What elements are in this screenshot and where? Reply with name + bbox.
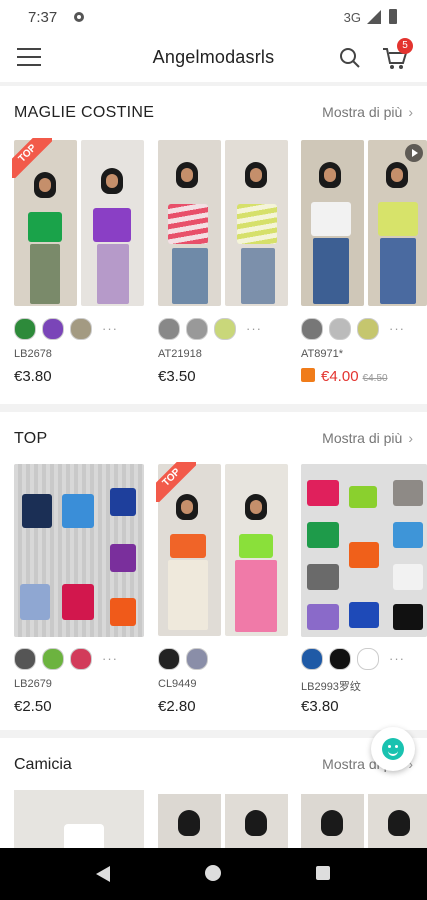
search-icon[interactable] — [338, 46, 362, 70]
color-swatch[interactable] — [14, 648, 36, 670]
product-price: €2.80 — [158, 698, 196, 715]
home-icon[interactable] — [205, 865, 221, 881]
product-image[interactable] — [158, 140, 288, 306]
sale-price: €4.00 — [321, 368, 359, 385]
color-swatches: ··· — [301, 318, 427, 348]
color-swatches: ··· — [14, 318, 144, 348]
product-photo[interactable] — [158, 794, 221, 850]
product-photo — [368, 140, 427, 306]
product-photo[interactable] — [368, 794, 427, 850]
color-swatches: ··· — [158, 318, 288, 348]
product-code: LB2993罗纹 — [301, 681, 361, 693]
recent-apps-icon[interactable] — [316, 866, 330, 880]
color-swatch[interactable] — [70, 648, 92, 670]
section-maglie-costine: MAGLIE COSTINE Mostra di più › TOP ··· L… — [0, 86, 427, 404]
color-swatch[interactable] — [357, 318, 379, 340]
product-image[interactable] — [301, 140, 427, 306]
color-swatch[interactable] — [357, 648, 379, 670]
product-code: AT21918 — [158, 348, 202, 360]
color-swatch[interactable] — [42, 648, 64, 670]
cart-badge: 5 — [397, 38, 413, 54]
chat-icon — [382, 738, 404, 760]
color-swatch[interactable] — [186, 318, 208, 340]
product-price: €3.80 — [301, 698, 339, 715]
color-swatch[interactable] — [214, 318, 236, 340]
product-photo — [225, 140, 288, 306]
settings-icon — [74, 12, 84, 22]
product-image[interactable]: TOP — [12, 138, 144, 306]
chevron-right-icon: › — [408, 104, 413, 120]
back-icon[interactable] — [96, 866, 110, 882]
product-code: AT8971* — [301, 348, 343, 360]
product-card[interactable]: ··· AT21918 €3.50 — [158, 140, 288, 385]
video-play-icon[interactable] — [405, 144, 423, 162]
product-photo[interactable] — [301, 794, 364, 850]
more-colors-icon[interactable]: ··· — [102, 321, 118, 336]
top-tag: TOP — [156, 462, 196, 502]
more-colors-icon[interactable]: ··· — [389, 651, 405, 666]
color-swatch[interactable] — [158, 648, 180, 670]
product-photo — [81, 140, 144, 306]
more-colors-icon[interactable]: ··· — [102, 651, 118, 666]
product-card[interactable]: TOP CL9449 €2.80 — [156, 462, 288, 715]
chat-button[interactable] — [371, 727, 415, 771]
product-image[interactable]: TOP — [156, 462, 288, 636]
more-colors-icon[interactable]: ··· — [246, 321, 262, 336]
product-card[interactable]: ··· AT8971* €4.00 €4.50 — [301, 140, 427, 385]
product-photo[interactable] — [225, 794, 288, 850]
color-swatches: ··· — [14, 648, 144, 678]
status-time: 7:37 — [28, 9, 58, 26]
product-code: CL9449 — [158, 678, 197, 690]
app-title: Angelmodasrls — [152, 47, 275, 67]
original-price: €4.50 — [362, 373, 388, 384]
product-code: LB2678 — [14, 348, 52, 360]
product-photo — [158, 140, 221, 306]
battery-icon — [389, 9, 397, 24]
show-more-link[interactable]: Mostra di più › — [322, 430, 413, 446]
sale-icon — [301, 368, 315, 382]
product-price: €4.00 €4.50 — [301, 368, 427, 385]
show-more-label: Mostra di più — [322, 430, 403, 446]
section-top: TOP Mostra di più › ··· LB2679 €2.50 TOP… — [0, 412, 427, 730]
show-more-label: Mostra di più — [322, 104, 403, 120]
product-photo[interactable] — [14, 790, 144, 850]
color-swatch[interactable] — [70, 318, 92, 340]
product-price: €3.80 — [14, 368, 52, 385]
signal-icon — [367, 10, 381, 24]
status-bar: 7:37 3G — [0, 0, 427, 34]
color-swatch[interactable] — [14, 318, 36, 340]
network-type: 3G — [343, 10, 361, 25]
product-card[interactable]: ··· LB2993罗纹 €3.80 — [301, 464, 427, 715]
section-title: MAGLIE COSTINE — [14, 104, 155, 121]
product-photo — [225, 464, 288, 636]
show-more-link[interactable]: Mostra di più › — [322, 104, 413, 120]
color-swatch[interactable] — [329, 648, 351, 670]
color-swatch[interactable] — [42, 318, 64, 340]
product-photo — [14, 464, 144, 637]
color-swatches: ··· — [301, 648, 427, 678]
system-nav-bar — [0, 848, 427, 900]
color-swatch[interactable] — [301, 318, 323, 340]
product-image[interactable] — [14, 464, 144, 637]
color-swatch[interactable] — [186, 648, 208, 670]
product-photo — [301, 464, 427, 637]
product-card[interactable]: ··· LB2679 €2.50 — [14, 464, 144, 715]
color-swatch[interactable] — [158, 318, 180, 340]
product-photo — [301, 140, 364, 306]
app-bar: Angelmodasrls 5 — [0, 34, 427, 82]
chevron-right-icon: › — [408, 430, 413, 446]
product-price: €3.50 — [158, 368, 196, 385]
more-colors-icon[interactable]: ··· — [389, 321, 405, 336]
product-image[interactable] — [301, 464, 427, 637]
product-card[interactable]: TOP ··· LB2678 €3.80 — [12, 138, 144, 385]
section-title: TOP — [14, 430, 48, 447]
product-price: €2.50 — [14, 698, 52, 715]
color-swatch[interactable] — [301, 648, 323, 670]
section-title: Camicia — [14, 756, 72, 773]
product-code: LB2679 — [14, 678, 52, 690]
top-tag: TOP — [12, 138, 52, 178]
color-swatch[interactable] — [329, 318, 351, 340]
color-swatches — [158, 648, 288, 678]
